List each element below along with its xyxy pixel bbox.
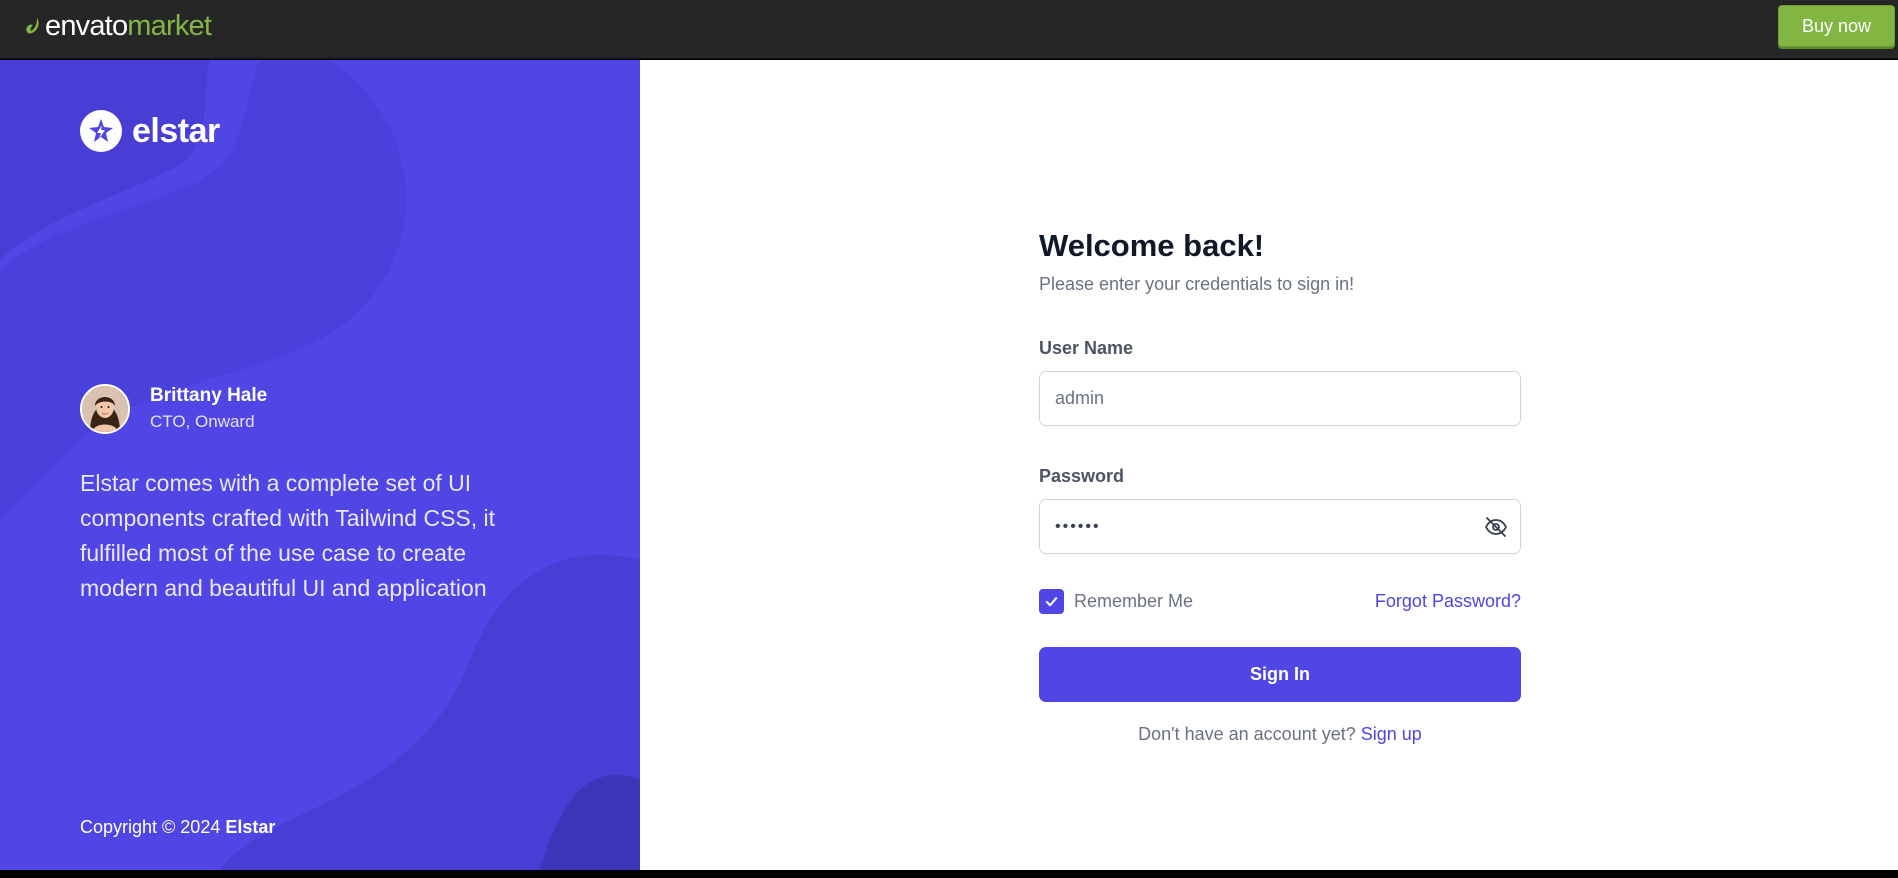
buy-now-button[interactable]: Buy now — [1778, 5, 1895, 47]
check-icon — [1045, 596, 1058, 606]
page-subtitle: Please enter your credentials to sign in… — [1039, 274, 1355, 294]
username-label: User Name — [1039, 338, 1134, 358]
username-input[interactable]: admin — [1039, 371, 1521, 426]
market-logo-text: market — [127, 9, 212, 42]
signup-prompt: Don't have an account yet? — [1138, 724, 1356, 744]
password-input[interactable]: •••••• — [1039, 499, 1521, 554]
copyright-prefix: Copyright © 2024 — [80, 817, 221, 837]
envato-logo-text: envato — [45, 9, 128, 42]
password-value: •••••• — [1055, 517, 1101, 535]
testimonial-author: Brittany Hale CTO, Onward — [80, 383, 267, 435]
password-label: Password — [1039, 466, 1125, 486]
avatar — [80, 384, 130, 434]
sign-in-panel: Welcome back! Please enter your credenti… — [640, 60, 1898, 870]
username-value: admin — [1055, 388, 1105, 408]
brand-name: elstar — [132, 111, 220, 150]
background-wave-decoration — [0, 60, 640, 870]
signup-prompt-row: Don't have an account yet? Sign up — [1039, 724, 1521, 745]
eye-off-icon[interactable] — [1484, 515, 1508, 539]
forgot-password-link[interactable]: Forgot Password? — [1375, 591, 1521, 612]
left-promo-panel: elstar Brittany Hale CTO, Onward Elstar … — [0, 60, 640, 870]
copyright-text: Copyright © 2024 Elstar — [80, 817, 275, 838]
testimonial-quote: Elstar comes with a complete set of UI c… — [80, 470, 496, 601]
testimonial-name: Brittany Hale — [150, 385, 268, 406]
remember-me-label: Remember Me — [1074, 590, 1194, 611]
envato-market-logo[interactable]: envato market — [24, 9, 212, 42]
elstar-brand: elstar — [80, 110, 220, 152]
elstar-logo-icon — [80, 110, 122, 152]
testimonial-role: CTO, Onward — [150, 412, 255, 431]
sign-in-button[interactable]: Sign In — [1039, 647, 1521, 702]
remember-row: Remember Me Forgot Password? — [1039, 588, 1521, 614]
envato-top-bar: envato market Buy now — [0, 0, 1898, 59]
sign-in-form: Welcome back! Please enter your credenti… — [1039, 226, 1521, 745]
remember-me-checkbox[interactable]: Remember Me — [1039, 588, 1194, 614]
checkbox-checked[interactable] — [1039, 588, 1064, 614]
copyright-brand: Elstar — [225, 817, 276, 837]
sign-up-link[interactable]: Sign up — [1361, 724, 1422, 744]
page-title: Welcome back! — [1039, 228, 1265, 263]
envato-leaf-icon — [26, 18, 39, 34]
